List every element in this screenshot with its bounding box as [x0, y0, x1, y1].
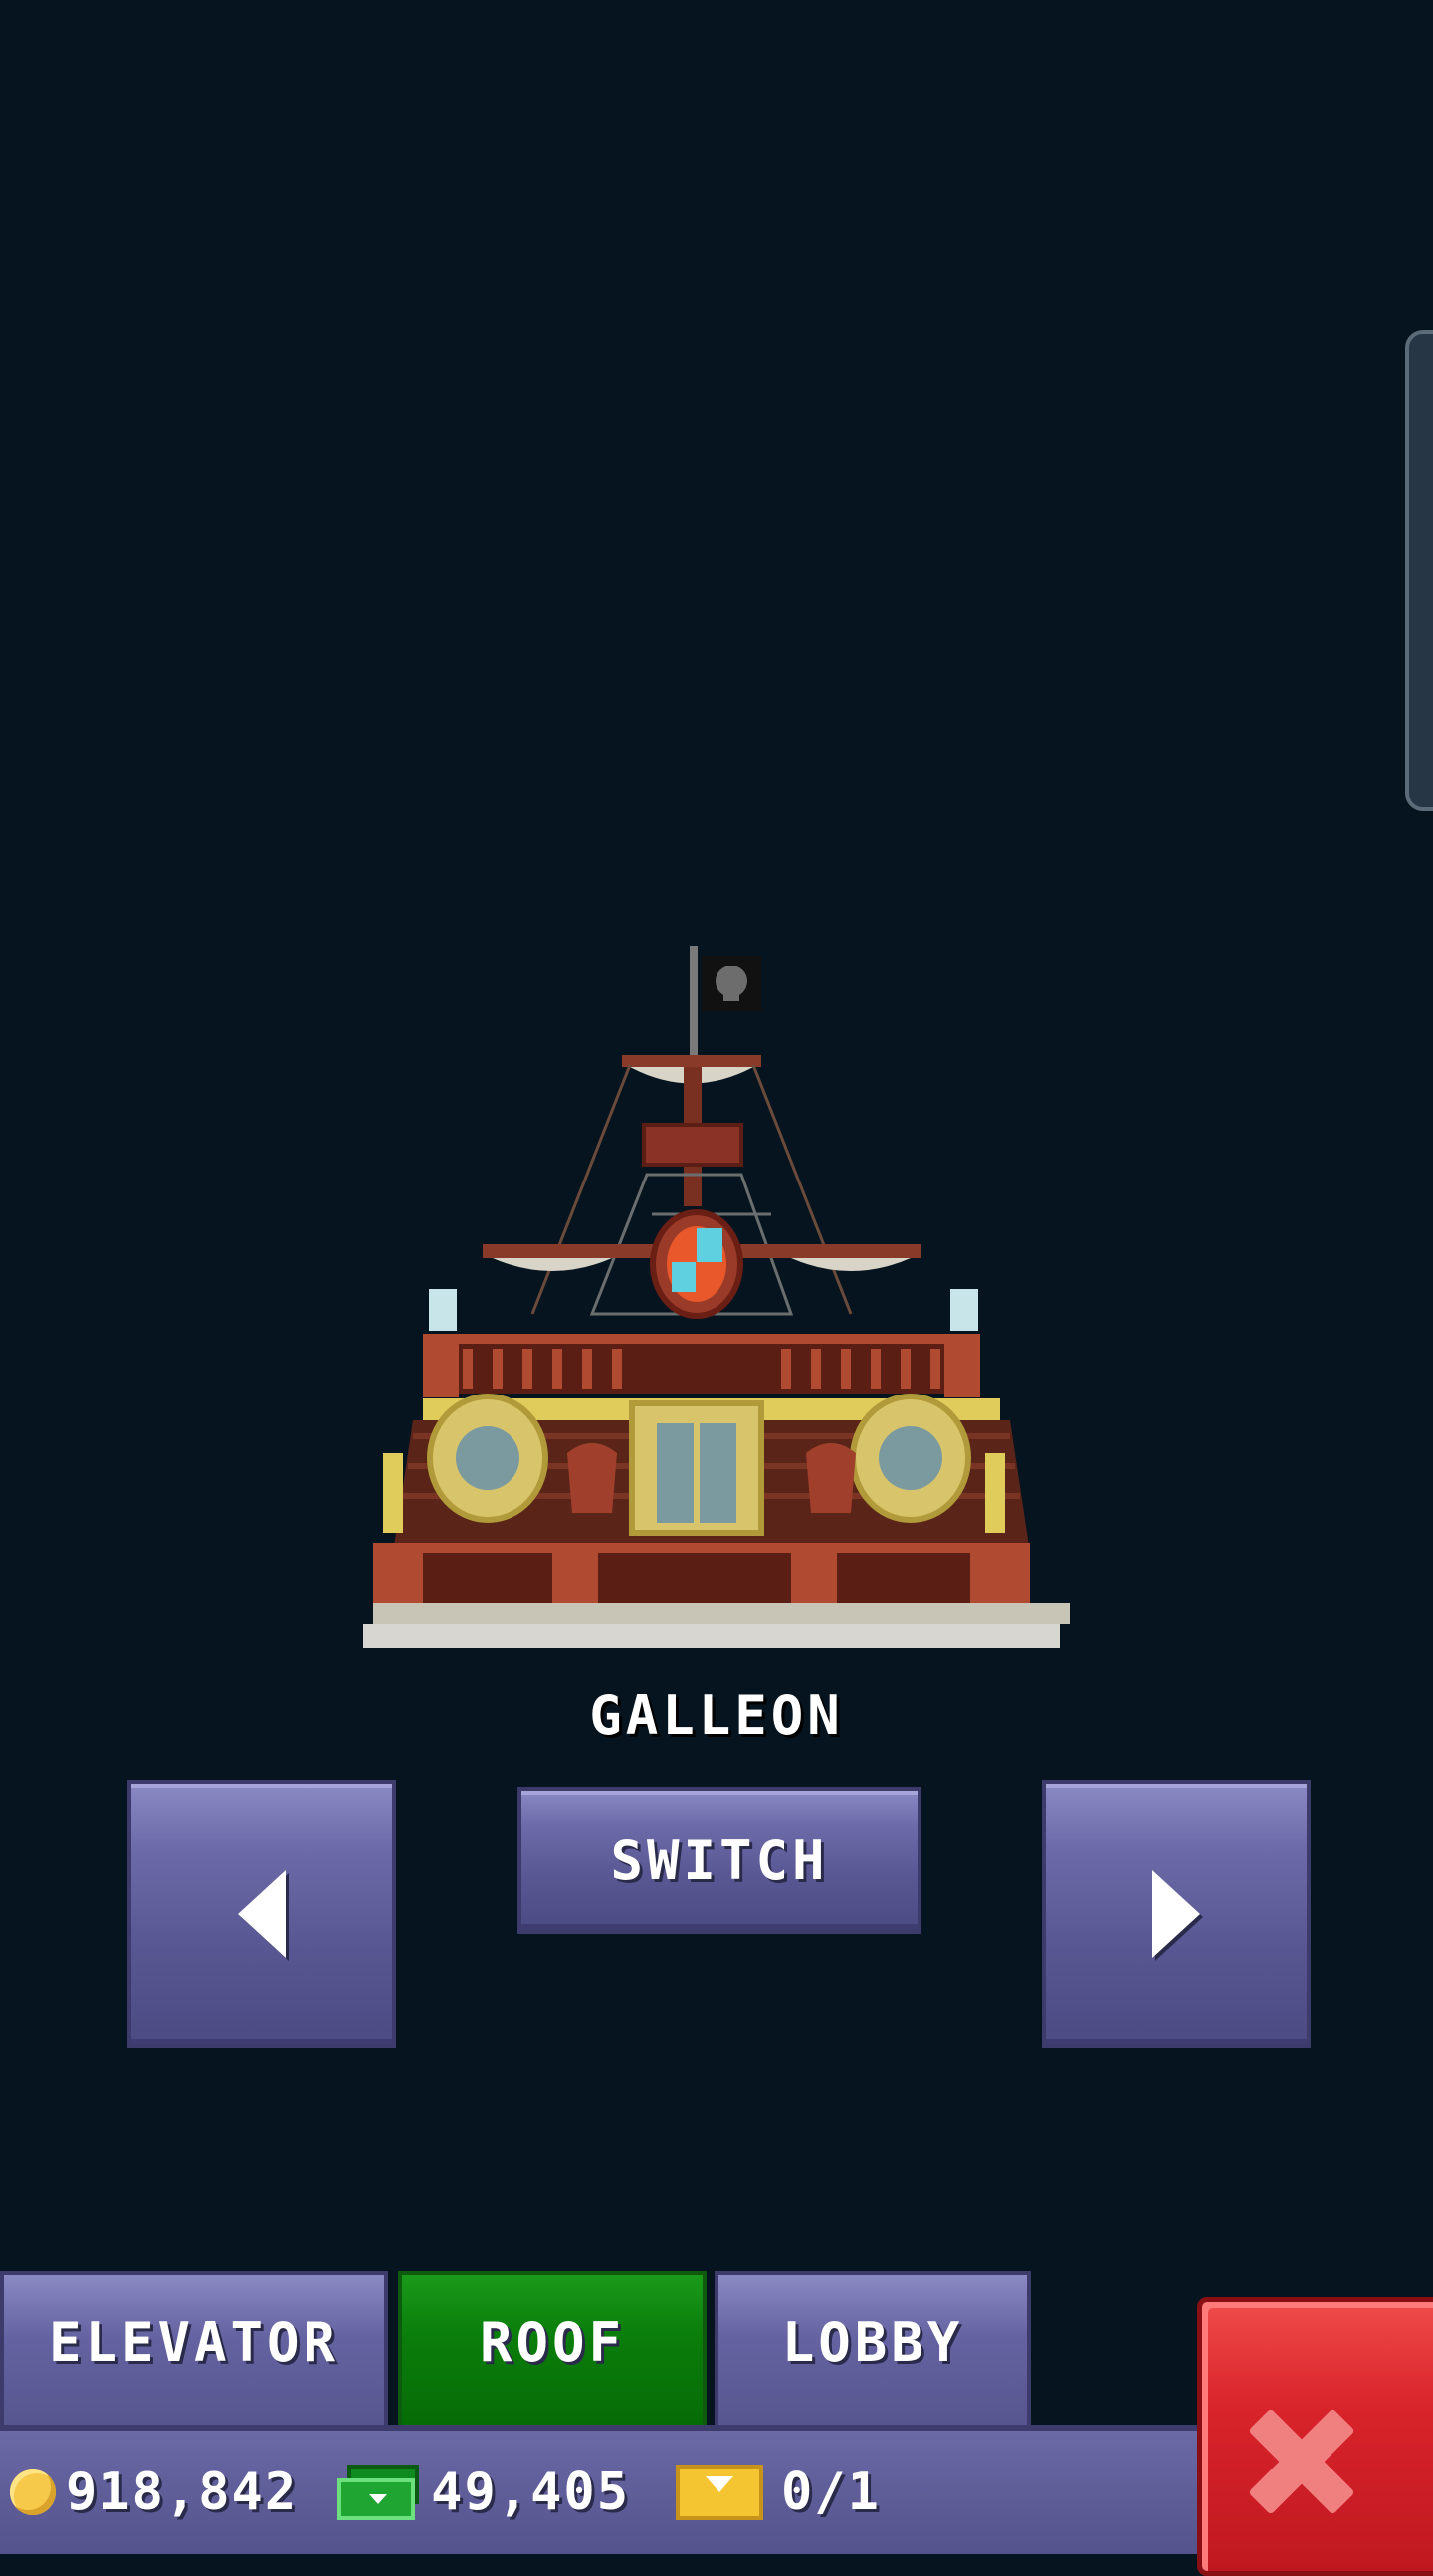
currency-status-bar: 918,842 49,405 0/1 [0, 2425, 1204, 2554]
arrow-right-icon [1152, 1870, 1200, 1958]
bux-value: 49,405 [431, 2463, 630, 2522]
bux-icon [337, 2465, 420, 2520]
coin-icon [10, 2469, 56, 2515]
tab-roof-label: ROOF [479, 2311, 626, 2374]
tab-lobby[interactable]: LOBBY [715, 2271, 1031, 2431]
galleon-roof-image [363, 946, 1070, 1648]
tickets-stat: 0/1 [640, 2463, 881, 2522]
close-x-icon [1242, 2402, 1361, 2521]
tab-elevator[interactable]: ELEVATOR [0, 2271, 388, 2431]
switch-button[interactable]: SWITCH [517, 1787, 921, 1934]
previous-button[interactable] [127, 1780, 396, 2048]
arrow-left-icon [238, 1870, 286, 1958]
coins-stat: 918,842 [10, 2463, 298, 2522]
tab-roof[interactable]: ROOF [398, 2271, 707, 2431]
next-button[interactable] [1042, 1780, 1311, 2048]
tickets-value: 0/1 [781, 2463, 881, 2522]
coins-value: 918,842 [66, 2463, 299, 2522]
switch-button-label: SWITCH [610, 1828, 829, 1892]
close-button[interactable] [1197, 2297, 1433, 2576]
bux-stat: 49,405 [307, 2463, 630, 2522]
item-name: GALLEON [589, 1684, 844, 1747]
ticket-icon [676, 2465, 763, 2520]
tab-elevator-label: ELEVATOR [48, 2311, 340, 2374]
side-panel-handle[interactable] [1405, 330, 1433, 811]
tab-lobby-label: LOBBY [781, 2311, 964, 2374]
